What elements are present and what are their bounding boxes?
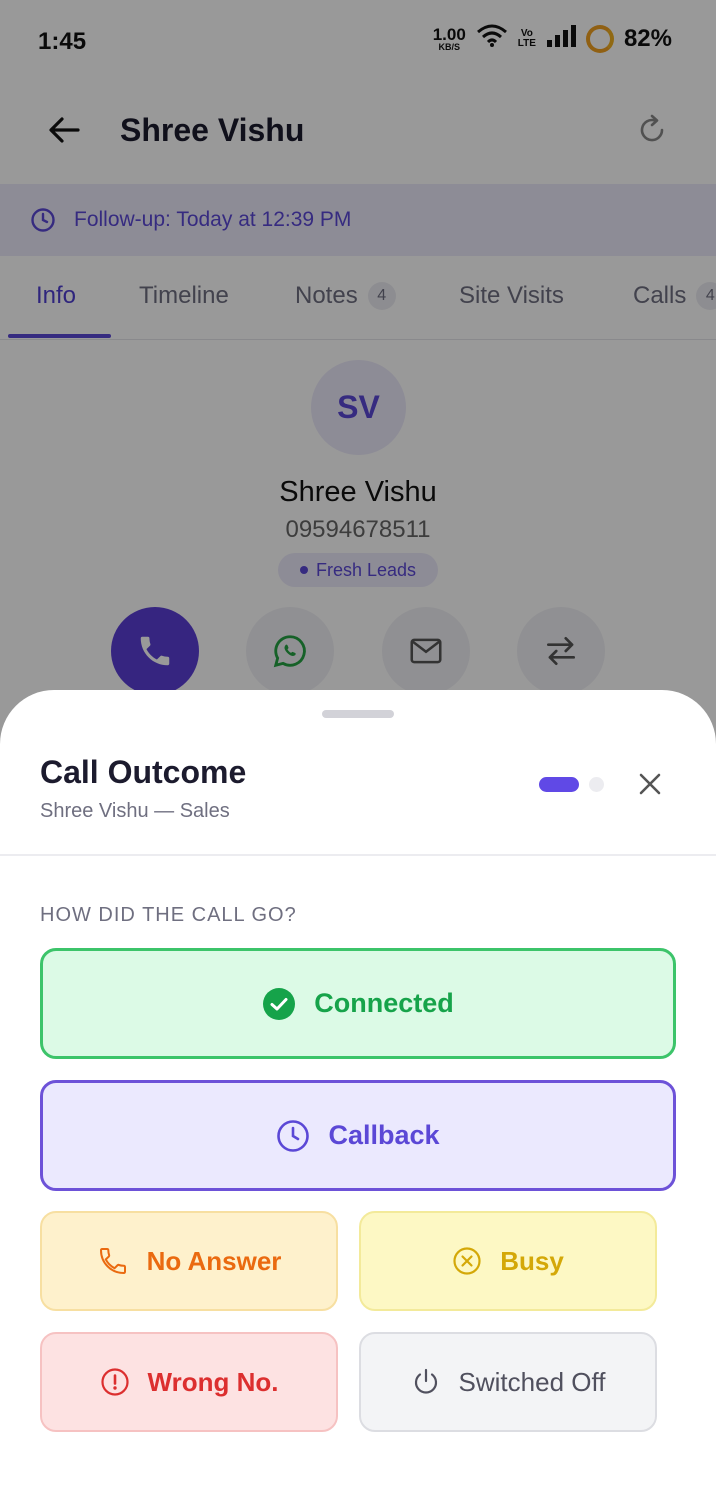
outcome-wrong-number-button[interactable]: Wrong No. (40, 1332, 338, 1432)
step-dot-inactive (589, 777, 604, 792)
sheet-subtitle: Shree Vishu — Sales (40, 800, 230, 822)
sheet-title: Call Outcome (40, 754, 247, 790)
outcome-switched-off-button[interactable]: Switched Off (359, 1332, 657, 1432)
drag-handle[interactable] (322, 710, 394, 718)
step-indicator (539, 777, 604, 792)
outcome-label: Connected (314, 988, 454, 1018)
outcome-label: Wrong No. (147, 1366, 279, 1397)
question-label: HOW DID THE CALL GO? (40, 904, 297, 926)
close-icon (639, 773, 661, 795)
outcome-label: Busy (500, 1245, 564, 1276)
x-circle-icon (452, 1246, 482, 1276)
divider (0, 854, 716, 856)
phone-icon (97, 1245, 129, 1277)
outcome-no-answer-button[interactable]: No Answer (40, 1211, 338, 1311)
step-dot-active (539, 777, 579, 792)
outcome-label: Callback (328, 1120, 440, 1150)
alert-circle-icon (100, 1367, 130, 1397)
power-icon (411, 1367, 441, 1397)
outcome-label: Switched Off (458, 1366, 606, 1397)
close-button[interactable] (630, 764, 670, 804)
outcome-callback-button[interactable]: Callback (40, 1080, 676, 1191)
outcome-label: No Answer (146, 1245, 282, 1276)
clock-icon (276, 1119, 310, 1153)
outcome-busy-button[interactable]: Busy (359, 1211, 657, 1311)
call-outcome-sheet: Call Outcome Shree Vishu — Sales HOW DID… (0, 690, 716, 1497)
check-circle-icon (262, 987, 296, 1021)
outcome-connected-button[interactable]: Connected (40, 948, 676, 1059)
